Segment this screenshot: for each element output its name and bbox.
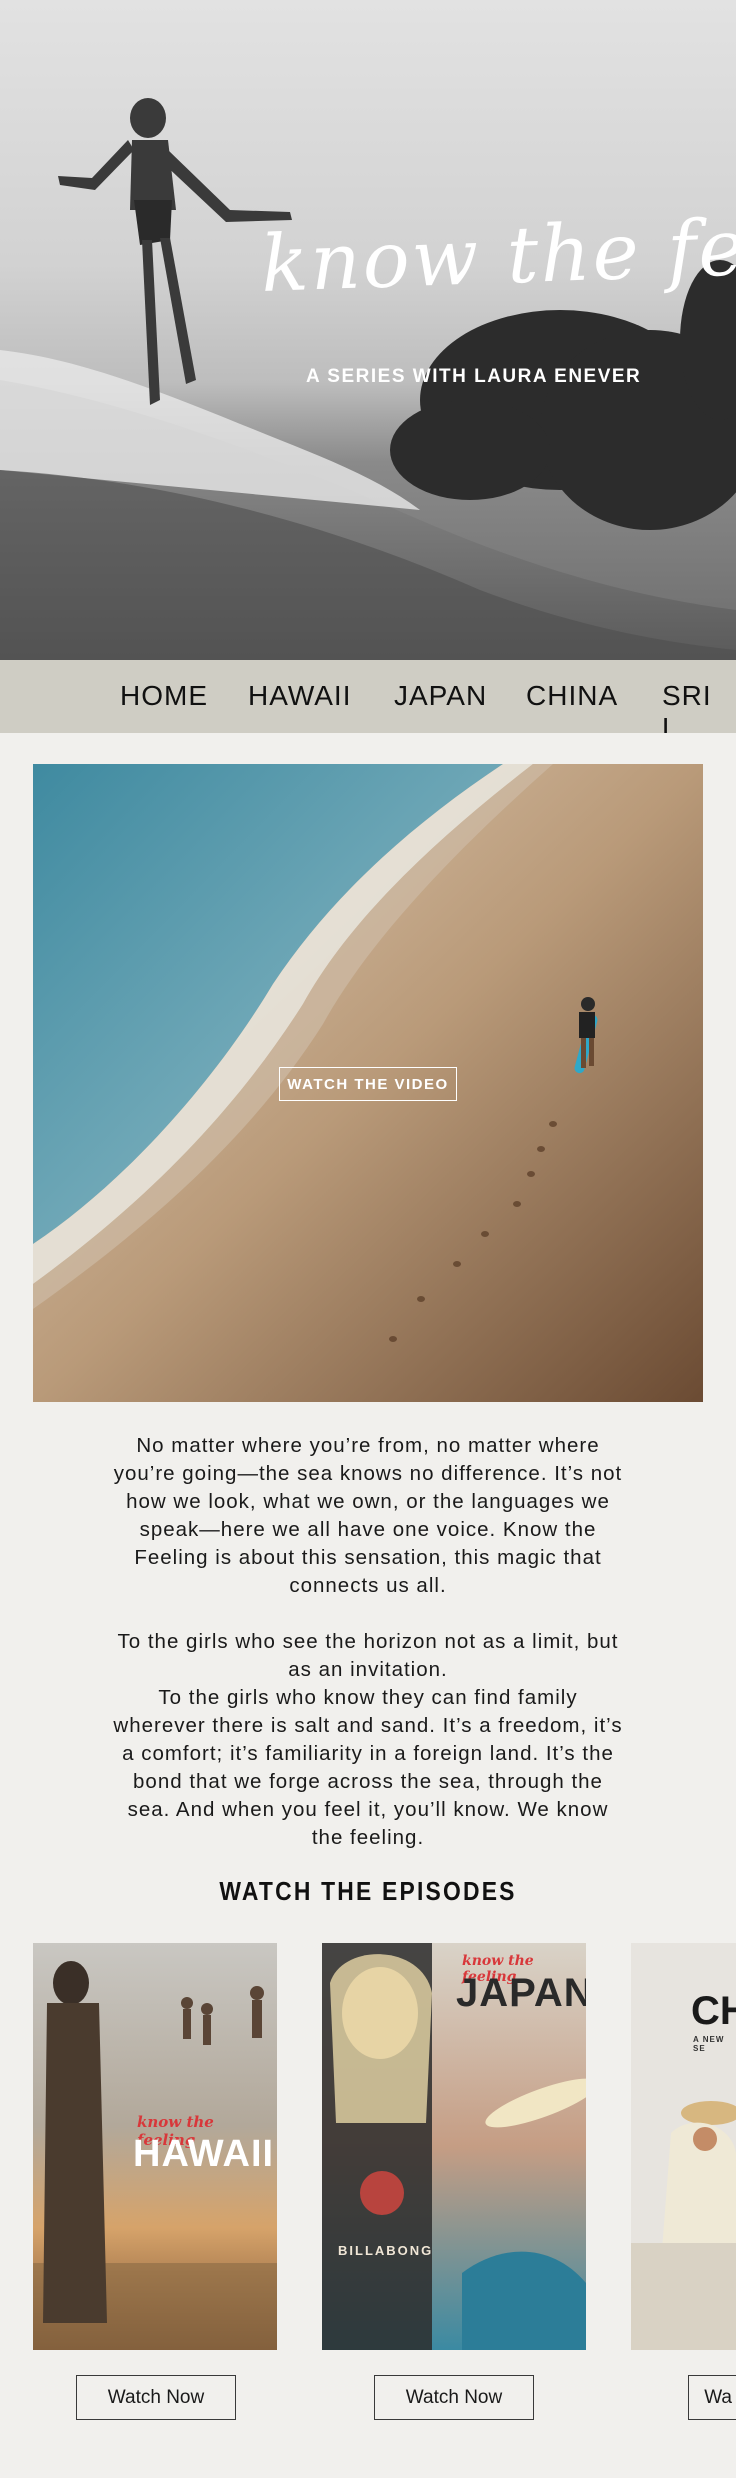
poster-china-title: CH (691, 1989, 736, 2033)
intro-paragraph-2: To the girls who see the horizon not as … (110, 1628, 626, 1852)
episode-nav: HOME HAWAII JAPAN CHINA SRI L (0, 660, 736, 733)
hero-subtitle: A SERIES WITH LAURA ENEVER (306, 366, 642, 387)
intro-paragraph-2-line-2: To the girls who know they can find fami… (113, 1686, 623, 1849)
poster-japan-title: JAPAN (456, 1971, 586, 2015)
poster-hawaii-title: HAWAII (133, 2133, 275, 2175)
watch-now-japan-button[interactable]: Watch Now (374, 2375, 534, 2420)
nav-item-hawaii[interactable]: HAWAII (248, 680, 351, 712)
video-player[interactable]: WATCH THE VIDEO (33, 764, 703, 1402)
watch-video-button[interactable]: WATCH THE VIDEO (279, 1067, 457, 1101)
episode-poster-japan[interactable]: know the feeling JAPAN BILLABONG (322, 1943, 586, 2350)
nav-item-sri-lanka[interactable]: SRI L (662, 680, 736, 733)
intro-text: No matter where you’re from, no matter w… (110, 1432, 626, 1852)
intro-paragraph-2-line-1: To the girls who see the horizon not as … (117, 1630, 619, 1681)
nav-item-home[interactable]: HOME (120, 680, 208, 712)
hero-title: know the feeling (259, 195, 736, 311)
watch-now-china-button[interactable]: Wa (688, 2375, 736, 2420)
poster-japan-brand: BILLABONG (338, 2243, 434, 2258)
watch-now-hawaii-button[interactable]: Watch Now (76, 2375, 236, 2420)
episode-poster-hawaii[interactable]: know the feeling HAWAII (33, 1943, 277, 2350)
hero-banner: know the feeling A SERIES WITH LAURA ENE… (0, 0, 736, 660)
nav-item-china[interactable]: CHINA (526, 680, 618, 712)
poster-china-brand: A NEW SE (693, 2035, 725, 2053)
nav-item-japan[interactable]: JAPAN (394, 680, 487, 712)
intro-paragraph-1: No matter where you’re from, no matter w… (113, 1434, 623, 1597)
episodes-heading: WATCH THE EPISODES (219, 1876, 517, 1906)
episode-poster-china[interactable]: CH A NEW SE (631, 1943, 736, 2350)
